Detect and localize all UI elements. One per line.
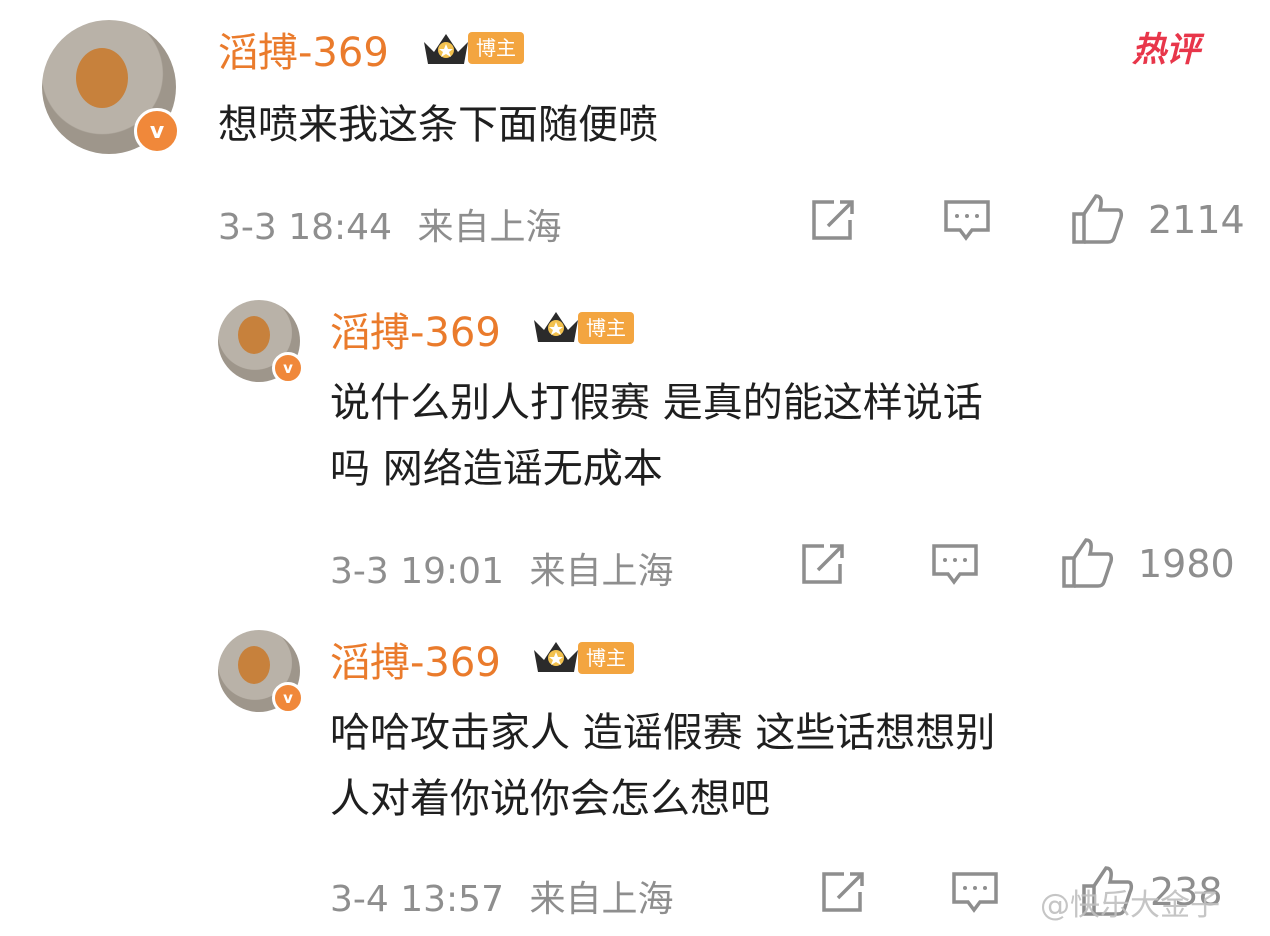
avatar-dog — [238, 646, 270, 684]
timestamp: 3-4 13:57 — [330, 879, 504, 920]
reply-item: v 滔搏-369 博主 哈哈攻击家人 造谣假赛 这些话想想别 人对着你说你会怎么… — [0, 0, 1270, 936]
comment-line: 人对着你说你会怎么想吧 — [330, 776, 770, 822]
reply-icon[interactable] — [950, 870, 1000, 916]
comment-meta: 3-4 13:57 来自上海 — [330, 870, 673, 922]
crown-icon — [534, 642, 578, 672]
weibo-watermark: @快乐大金子 — [1040, 888, 1220, 923]
comment-text: 哈哈攻击家人 造谣假赛 这些话想想别 人对着你说你会怎么想吧 — [330, 700, 995, 832]
share-icon[interactable] — [818, 870, 868, 916]
comment-line: 哈哈攻击家人 造谣假赛 这些话想想别 — [330, 710, 996, 756]
verified-v-icon: v — [272, 682, 304, 714]
blogger-badge: 博主 — [578, 642, 634, 674]
username[interactable]: 滔搏-369 — [330, 630, 501, 688]
location: 来自上海 — [529, 879, 674, 920]
avatar[interactable]: v — [218, 630, 304, 714]
